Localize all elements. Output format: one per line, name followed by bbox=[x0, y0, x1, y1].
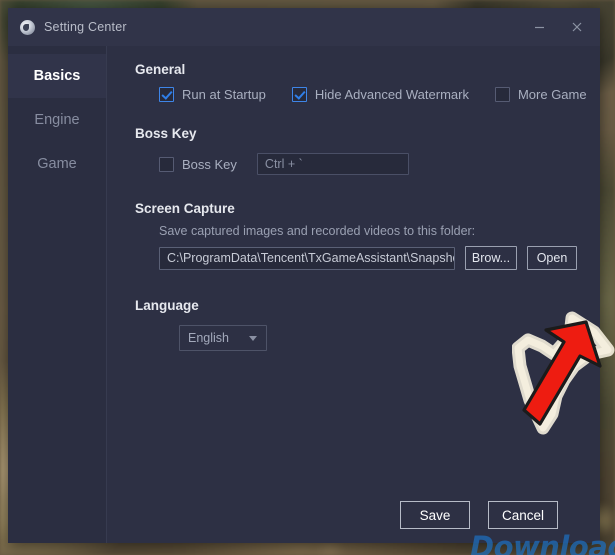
checkbox-box[interactable] bbox=[494, 87, 510, 102]
screen-capture-section-title: Screen Capture bbox=[135, 201, 235, 216]
window-title: Setting Center bbox=[44, 20, 127, 34]
setting-center-dialog: Setting Center Basics Engine Game Genera… bbox=[8, 8, 615, 555]
screen-capture-section: Screen Capture Save captured images and … bbox=[135, 201, 613, 270]
sidebar-item-label: Engine bbox=[34, 112, 80, 128]
language-section-title: Language bbox=[135, 298, 199, 313]
save-button[interactable]: Save bbox=[400, 501, 470, 529]
screen-capture-path-row: C:\ProgramData\Tencent\TxGameAssistant\S… bbox=[135, 246, 613, 270]
boss-key-section-title: Boss Key bbox=[135, 126, 197, 141]
checkbox-box[interactable] bbox=[291, 87, 307, 102]
checkbox-label: Boss Key bbox=[182, 156, 237, 172]
checkbox-box[interactable] bbox=[159, 87, 174, 102]
checkbox-more-game[interactable]: More Game bbox=[494, 87, 587, 102]
close-button[interactable] bbox=[558, 8, 596, 46]
language-select[interactable]: English bbox=[179, 325, 267, 351]
language-row: English bbox=[135, 325, 613, 351]
checkbox-hide-advanced-watermark[interactable]: Hide Advanced Watermark bbox=[291, 87, 469, 102]
boss-key-section: Boss Key Boss Key Ctrl + ` bbox=[135, 126, 613, 175]
capture-path-input[interactable]: C:\ProgramData\Tencent\TxGameAssistant\S… bbox=[159, 246, 455, 270]
sidebar-item-basics[interactable]: Basics bbox=[8, 54, 106, 98]
dialog-footer: Save Cancel bbox=[8, 501, 600, 529]
general-checkbox-row: Run at Startup Hide Advanced Watermark M… bbox=[135, 87, 613, 102]
checkbox-boss-key[interactable]: Boss Key bbox=[159, 156, 237, 172]
minimize-button[interactable] bbox=[520, 8, 558, 46]
dialog-body: Basics Engine Game General Run at Startu… bbox=[8, 46, 615, 555]
sidebar-item-engine[interactable]: Engine bbox=[8, 98, 106, 142]
settings-content: General Run at Startup Hide Advanced Wat… bbox=[107, 46, 615, 555]
sidebar: Basics Engine Game bbox=[8, 46, 107, 543]
checkbox-box[interactable] bbox=[159, 156, 174, 172]
app-circle-icon bbox=[20, 19, 35, 35]
sidebar-item-game[interactable]: Game bbox=[8, 142, 106, 186]
open-folder-button[interactable]: Open bbox=[527, 246, 577, 270]
sidebar-item-label: Basics bbox=[33, 68, 81, 84]
boss-key-row: Boss Key Ctrl + ` bbox=[135, 153, 613, 175]
chevron-down-icon bbox=[249, 336, 257, 341]
title-bar[interactable]: Setting Center bbox=[8, 8, 600, 46]
cancel-button[interactable]: Cancel bbox=[488, 501, 558, 529]
language-section: Language English bbox=[135, 298, 613, 351]
boss-key-shortcut-input[interactable]: Ctrl + ` bbox=[256, 153, 409, 175]
boss-key-shortcut-value: Ctrl + ` bbox=[264, 157, 303, 171]
checkbox-run-at-startup[interactable]: Run at Startup bbox=[159, 87, 266, 102]
checkbox-label: More Game bbox=[517, 87, 587, 102]
general-section-title: General bbox=[135, 62, 186, 77]
capture-path-value: C:\ProgramData\Tencent\TxGameAssistant\S… bbox=[167, 251, 455, 265]
general-section: General Run at Startup Hide Advanced Wat… bbox=[135, 62, 613, 102]
browse-button[interactable]: Brow... bbox=[465, 246, 517, 270]
sidebar-item-label: Game bbox=[37, 156, 77, 172]
checkbox-label: Run at Startup bbox=[182, 87, 266, 102]
checkbox-label: Hide Advanced Watermark bbox=[314, 87, 469, 102]
language-selected-value: English bbox=[188, 331, 229, 345]
screen-capture-hint: Save captured images and recorded videos… bbox=[159, 224, 476, 238]
screen: Setting Center Basics Engine Game Genera… bbox=[0, 0, 615, 555]
